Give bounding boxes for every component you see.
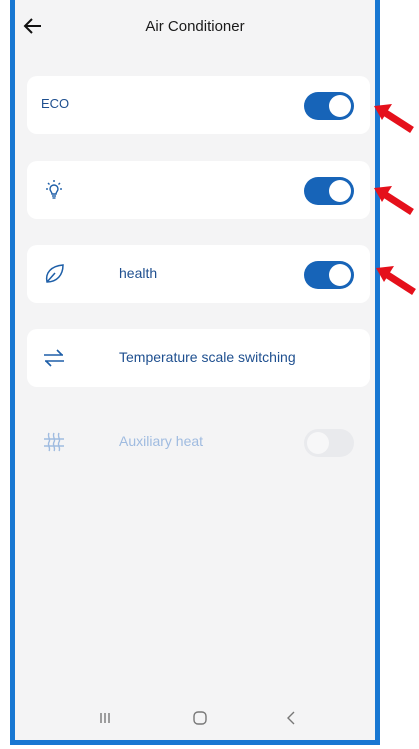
lightbulb-icon <box>46 180 62 199</box>
nav-back-icon[interactable] <box>280 706 304 730</box>
eco-toggle[interactable] <box>304 92 354 120</box>
annotation-arrow-icon <box>376 266 416 295</box>
light-toggle[interactable] <box>304 177 354 205</box>
auxiliary-heat-toggle[interactable] <box>304 429 354 457</box>
setting-row-auxiliary-heat: Auxiliary heat <box>27 413 370 471</box>
annotation-arrow-icon <box>374 186 414 215</box>
home-icon[interactable] <box>188 706 212 730</box>
app-header: Air Conditioner <box>15 0 375 52</box>
recent-apps-icon[interactable] <box>93 706 117 730</box>
temperature-scale-label: Temperature scale switching <box>119 349 296 365</box>
swap-arrows-icon <box>44 349 64 367</box>
health-label: health <box>119 265 158 281</box>
setting-row-temperature-scale[interactable]: Temperature scale switching <box>27 329 370 387</box>
phone-screen: Air Conditioner ECO health Temperature s… <box>10 0 380 745</box>
health-toggle[interactable] <box>304 261 354 289</box>
setting-row-health: health <box>27 245 370 303</box>
setting-row-eco: ECO <box>27 76 370 134</box>
leaf-icon <box>45 264 64 283</box>
page-title: Air Conditioner <box>145 18 245 35</box>
eco-label: ECO <box>41 96 70 111</box>
setting-row-light <box>27 161 370 219</box>
auxiliary-heat-label: Auxiliary heat <box>119 433 204 449</box>
heater-icon <box>44 432 64 452</box>
annotation-arrow-icon <box>374 104 414 133</box>
system-navigation-bar <box>15 696 375 740</box>
